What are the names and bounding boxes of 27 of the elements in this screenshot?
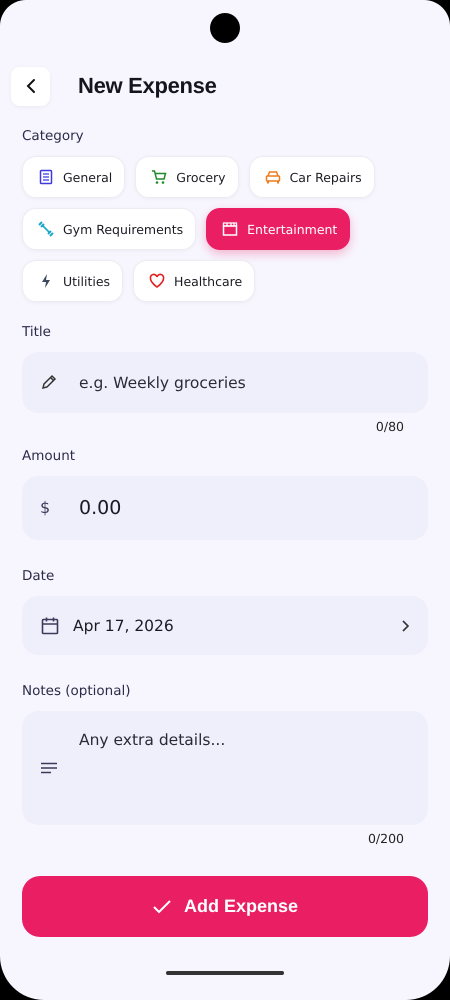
field-label: Date <box>22 568 56 584</box>
back-button[interactable] <box>11 66 50 106</box>
category-chip[interactable]: Entertainment <box>206 208 350 250</box>
checkmark-icon <box>152 898 172 914</box>
lines-icon <box>40 762 58 774</box>
field-label: Notes (optional) <box>22 683 132 699</box>
add-expense-button[interactable]: Add Expense <box>22 876 428 937</box>
category-chip[interactable]: Healthcare <box>133 260 256 302</box>
category-chip[interactable]: Gym Requirements <box>22 208 196 250</box>
date-field[interactable]: Apr 17, 2026 <box>22 596 428 655</box>
field-label: Title <box>22 324 52 340</box>
screen-title: New Expense <box>78 73 217 99</box>
field-label: Amount <box>22 448 76 464</box>
currency-symbol: $ <box>40 498 50 517</box>
field-label: Category <box>22 128 85 144</box>
camera-cutout <box>210 13 240 43</box>
notes-field[interactable]: Any extra details... <box>22 711 428 825</box>
chevron-right-icon <box>400 618 410 632</box>
character-counter: 0/200 <box>368 831 404 846</box>
pencil-icon <box>40 373 58 391</box>
title-field[interactable]: e.g. Weekly groceries <box>22 352 428 413</box>
character-counter: 0/80 <box>376 419 404 434</box>
category-chip[interactable]: Car Repairs <box>248 156 375 198</box>
category-chip[interactable]: Grocery <box>135 156 239 198</box>
category-chip[interactable]: Utilities <box>22 260 124 302</box>
calendar-icon <box>40 616 60 636</box>
category-chip[interactable]: General <box>22 156 126 198</box>
